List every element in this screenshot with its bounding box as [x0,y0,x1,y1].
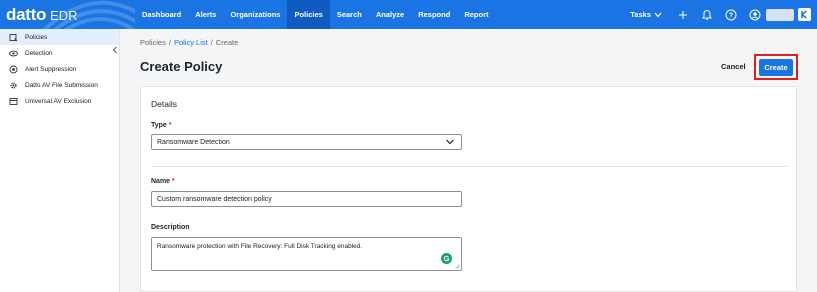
type-label: Type * [151,122,172,129]
nav-alerts[interactable]: Alerts [188,0,223,29]
create-button[interactable]: Create [759,58,793,76]
sidebar-item-alert-suppression[interactable]: Alert Suppression [0,61,119,77]
chevron-left-icon [112,46,117,54]
type-label-text: Type [151,122,167,129]
description-value: Ransomware protection with File Recovery… [157,243,363,250]
section-title-details: Details [151,99,177,109]
sidebar-item-universal-av-exclusion[interactable]: Universal AV Exclusion [0,93,119,109]
policy-details-card: Details Type * Ransomware Detection Name… [140,86,797,292]
sidebar-item-policies[interactable]: Policies [0,29,119,45]
user-avatar-icon[interactable] [748,8,762,22]
create-button-highlight: Create [754,54,798,80]
product-name: EDR [50,8,78,23]
nav-respond[interactable]: Respond [411,0,457,29]
type-select-value: Ransomware Detection [157,138,230,146]
policy-icon [9,33,18,42]
chevron-down-icon [654,12,662,17]
chevron-down-icon [446,139,454,145]
page-title: Create Policy [140,59,223,74]
required-marker: * [168,122,172,129]
sidebar-item-label: Universal AV Exclusion [25,97,92,105]
name-input[interactable]: Custom ransomware detection policy [151,191,462,207]
exclusion-icon [9,97,18,106]
description-textarea[interactable]: Ransomware protection with File Recovery… [151,237,462,271]
name-label-text: Name [151,178,171,185]
nav-policies[interactable]: Policies [287,0,330,29]
sidebar-item-detection[interactable]: Detection [0,45,119,61]
grammarly-icon[interactable] [441,253,452,264]
sidebar-item-label: Alert Suppression [25,65,77,73]
sidebar-item-av-file-submission[interactable]: Datto AV File Submission [0,77,119,93]
breadcrumb-current: Create [215,38,239,47]
help-icon[interactable]: ? [724,8,738,22]
plus-icon[interactable] [676,8,690,22]
sidebar-item-label: Detection [25,49,53,57]
nav-analyze[interactable]: Analyze [369,0,411,29]
sidebar-item-label: Policies [25,33,48,41]
cancel-button[interactable]: Cancel [713,58,754,75]
sidebar-item-label: Datto AV File Submission [25,81,98,89]
main-nav: Dashboard Alerts Organizations Policies … [135,0,495,29]
top-right-controls: Tasks ? [630,0,817,29]
kaseya-brand-icon[interactable] [798,8,811,21]
breadcrumb-separator: / [210,38,213,47]
breadcrumb-policies: Policies [140,38,166,47]
eye-icon [9,49,18,58]
collapse-sidebar-button[interactable] [110,44,120,56]
name-input-value: Custom ransomware detection policy [157,195,272,203]
datto-logo[interactable]: datto EDR [0,0,135,29]
svg-text:?: ? [729,12,733,19]
top-navigation-bar: datto EDR Dashboard Alerts Organizations… [0,0,817,29]
divider [151,166,787,167]
breadcrumb-policy-list-link[interactable]: Policy List [174,38,208,47]
logo-text: datto [6,5,47,24]
type-select[interactable]: Ransomware Detection [151,134,462,150]
user-name-redacted[interactable] [766,8,794,21]
required-marker: * [172,178,175,185]
name-label: Name * [151,178,175,185]
nav-search[interactable]: Search [330,0,369,29]
description-label: Description [151,224,190,231]
breadcrumb-separator: / [168,38,171,47]
tasks-label: Tasks [630,10,651,19]
resize-handle-icon[interactable] [455,264,460,269]
nav-dashboard[interactable]: Dashboard [135,0,188,29]
alert-suppression-icon [9,65,18,74]
nav-organizations[interactable]: Organizations [223,0,287,29]
nav-report[interactable]: Report [457,0,495,29]
sidebar: Policies Detection Alert Suppression Dat… [0,29,120,292]
breadcrumb: Policies / Policy List / Create [140,38,238,47]
bell-icon[interactable] [700,8,714,22]
tasks-menu[interactable]: Tasks [630,10,662,19]
gear-icon [9,81,18,90]
